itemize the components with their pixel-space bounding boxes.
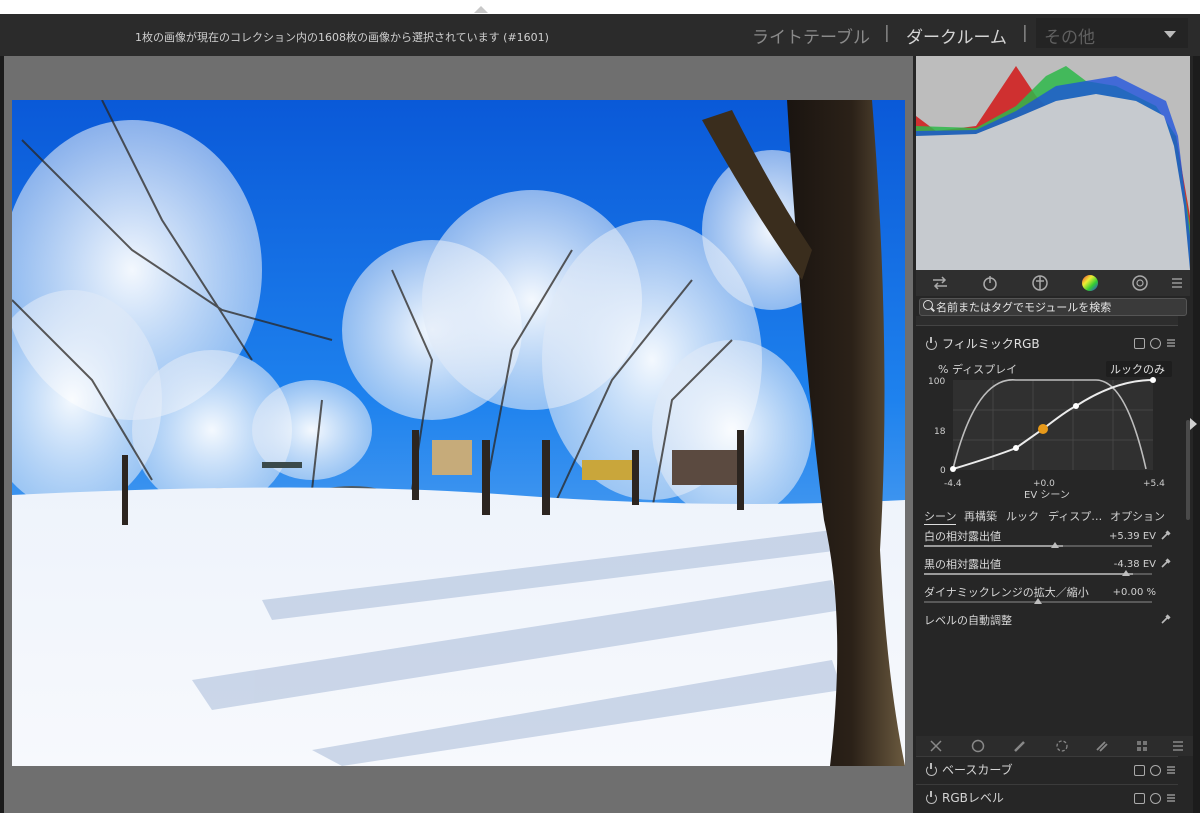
module-name: RGBレベル: [942, 791, 1004, 805]
base-curve-module-row[interactable]: ベースカーブ: [916, 756, 1178, 781]
menu-icon[interactable]: [1170, 273, 1184, 293]
graph-xlabel: EV シーン: [1024, 490, 1070, 501]
module-title: フィルミックRGB: [942, 337, 1040, 351]
tab-options[interactable]: オプション: [1110, 508, 1165, 524]
curve-node-white[interactable]: [1150, 377, 1156, 383]
module-name: ベースカーブ: [942, 763, 1013, 777]
multi-instance-icon[interactable]: [1134, 338, 1145, 349]
curve-node-black[interactable]: [950, 466, 956, 472]
view-separator: |: [884, 23, 890, 43]
slider-knob[interactable]: [1051, 542, 1059, 548]
param-label: レベルの自動調整: [924, 614, 1012, 627]
module-power-icon[interactable]: [926, 763, 937, 776]
graph-xtick-mid: +0.0: [1033, 479, 1055, 489]
white-relative-exposure-slider[interactable]: 白の相対露出値 +5.39 EV: [916, 528, 1178, 552]
graph-ytick-100: 100: [928, 377, 945, 387]
selection-status-text: 1枚の画像が現在のコレクション内の1608枚の画像から選択されています (#16…: [135, 31, 549, 44]
view-separator: |: [1022, 23, 1028, 43]
power-icon[interactable]: [980, 273, 1000, 293]
param-value[interactable]: -4.38 EV: [1114, 559, 1156, 570]
mask-toolbar: [916, 736, 1193, 756]
slider-knob[interactable]: [1122, 570, 1130, 576]
param-value[interactable]: +0.00 %: [1113, 587, 1156, 598]
right-panel-edge: [1193, 56, 1200, 813]
graph-ytick-0: 0: [940, 466, 946, 476]
graph-xtick-max: +5.4: [1143, 479, 1165, 489]
param-value[interactable]: +5.39 EV: [1109, 531, 1156, 542]
tab-reconstruct[interactable]: 再構築: [964, 508, 997, 524]
chevron-down-icon: [1164, 31, 1176, 38]
filmic-subtabs: シーン 再構築 ルック ディスプ… オプション: [916, 508, 1178, 525]
view-darkroom-link[interactable]: ダークルーム: [906, 23, 1007, 48]
color-picker-icon[interactable]: [1160, 557, 1172, 569]
filmic-rgb-module-header[interactable]: フィルミックRGB: [916, 332, 1178, 354]
reset-icon[interactable]: [1150, 338, 1161, 349]
drawn-mask-icon[interactable]: [1054, 738, 1070, 754]
reset-icon[interactable]: [1150, 793, 1161, 804]
multi-instance-icon[interactable]: [1134, 793, 1145, 804]
filmic-curve-svg: % ディスプレイ ルックのみ 100 18 0 -4.4 +0.0 +5.4 E…: [928, 361, 1172, 501]
tab-display[interactable]: ディスプ…: [1048, 508, 1102, 524]
collapse-right-panel-arrow-icon[interactable]: [1190, 418, 1197, 430]
effect-icon[interactable]: [1130, 273, 1150, 293]
color-picker-icon[interactable]: [1160, 613, 1172, 625]
graph-xtick-min: -4.4: [944, 479, 962, 489]
module-search-input[interactable]: [936, 299, 1181, 315]
circle-icon[interactable]: [970, 738, 986, 754]
search-icon: [923, 300, 933, 310]
edited-photo-preview[interactable]: [12, 100, 905, 766]
module-power-icon[interactable]: [926, 337, 937, 350]
top-border-strip: [0, 0, 1200, 14]
auto-tune-levels-row[interactable]: レベルの自動調整: [916, 612, 1178, 636]
module-group-tabs: [916, 270, 1190, 296]
view-other-label: その他: [1044, 28, 1095, 48]
histogram-plot: [916, 56, 1190, 270]
histogram: [916, 56, 1190, 270]
header-bar: 1枚の画像が現在のコレクション内の1608枚の画像から選択されています (#16…: [0, 14, 1200, 56]
filmic-curve-graph[interactable]: % ディスプレイ ルックのみ 100 18 0 -4.4 +0.0 +5.4 E…: [916, 356, 1178, 506]
slider-knob[interactable]: [1034, 598, 1042, 604]
parametric-icon[interactable]: [1094, 738, 1110, 754]
brush-icon[interactable]: [1012, 738, 1028, 754]
param-label: ダイナミックレンジの拡大／縮小: [924, 586, 1089, 599]
close-icon[interactable]: [928, 738, 944, 754]
slider-fill: [924, 573, 1133, 575]
black-relative-exposure-slider[interactable]: 黒の相対露出値 -4.38 EV: [916, 556, 1178, 580]
slider-fill: [924, 545, 1063, 547]
rgb-levels-module-row[interactable]: RGBレベル: [916, 784, 1178, 809]
color-wheel-icon[interactable]: [1080, 273, 1100, 293]
reset-icon[interactable]: [1150, 765, 1161, 776]
view-lighttable-link[interactable]: ライトテーブル: [752, 23, 870, 48]
photo-snow-park: [12, 100, 905, 766]
right-module-panel: フィルミックRGB % ディスプレイ ルックのみ 100 18 0 -4.4: [913, 56, 1193, 813]
graph-ylabel: % ディスプレイ: [938, 362, 1017, 376]
color-picker-icon[interactable]: [1160, 529, 1172, 541]
module-search-box[interactable]: [919, 298, 1187, 316]
view-other-dropdown[interactable]: その他: [1036, 18, 1188, 48]
panel-scrollbar[interactable]: [1186, 420, 1190, 520]
menu-icon[interactable]: [1170, 738, 1186, 754]
quick-access-icon[interactable]: [930, 273, 950, 293]
presets-menu-icon[interactable]: [1166, 765, 1176, 775]
presets-menu-icon[interactable]: [1166, 793, 1176, 803]
tab-scene[interactable]: シーン: [924, 508, 957, 525]
module-power-icon[interactable]: [926, 791, 937, 804]
base-icon[interactable]: [1030, 273, 1050, 293]
curve-node-toe[interactable]: [1013, 445, 1019, 451]
param-label: 黒の相対露出値: [924, 558, 1001, 571]
partially-hidden-module-row: [916, 316, 1178, 326]
collapse-top-panel-arrow-icon[interactable]: [474, 6, 488, 13]
graph-ytick-18: 18: [934, 427, 946, 437]
dynamic-range-scaling-slider[interactable]: ダイナミックレンジの拡大／縮小 +0.00 %: [916, 584, 1178, 608]
curve-node-shoulder[interactable]: [1073, 403, 1079, 409]
presets-menu-icon[interactable]: [1166, 338, 1176, 348]
tab-look[interactable]: ルック: [1006, 508, 1039, 524]
curve-node-gray[interactable]: [1038, 424, 1048, 434]
graph-mode-label[interactable]: ルックのみ: [1110, 363, 1165, 376]
multi-instance-icon[interactable]: [1134, 765, 1145, 776]
raster-icon[interactable]: [1134, 738, 1150, 754]
param-label: 白の相対露出値: [924, 530, 1001, 543]
